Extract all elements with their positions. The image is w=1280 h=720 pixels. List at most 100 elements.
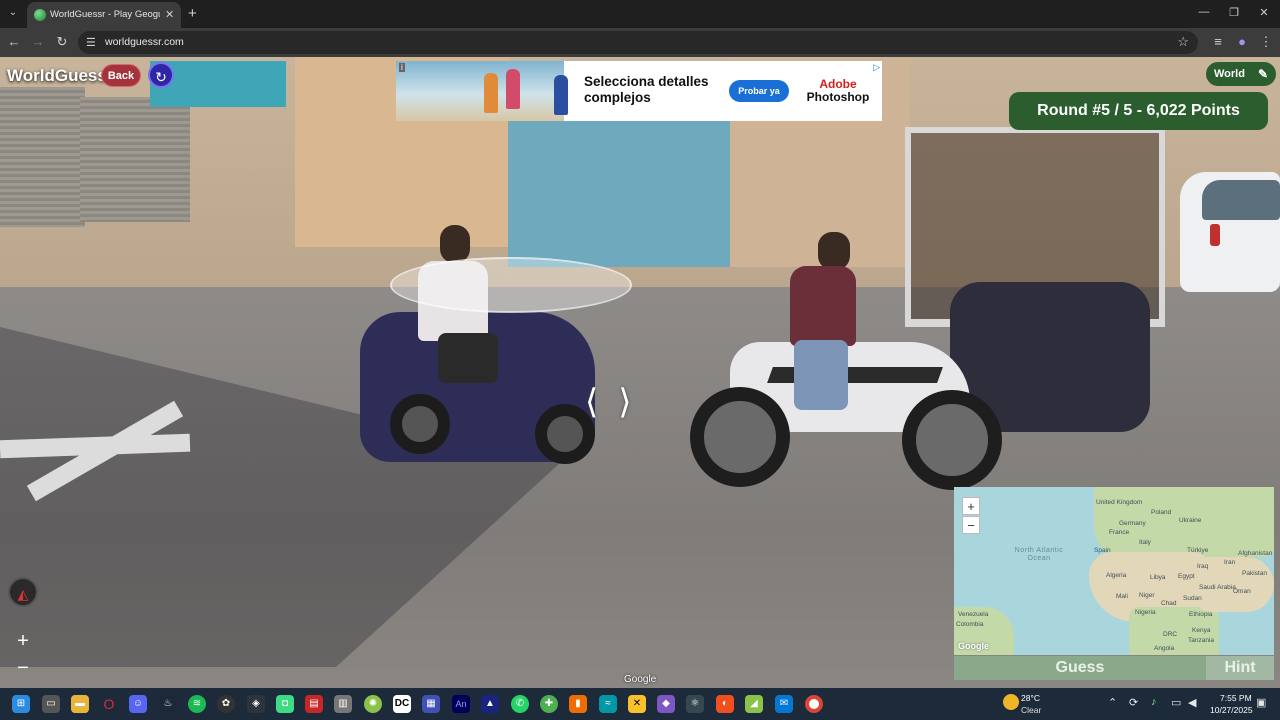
worldguessr-logo[interactable]: WorldGuessr <box>7 66 113 86</box>
ad-cta-button[interactable]: Probar ya <box>729 80 789 102</box>
rider-shirt <box>790 266 856 346</box>
tab-title: WorldGuessr - Play Geoguessr F <box>50 9 160 20</box>
davinci-icon[interactable]: ◈ <box>247 695 265 713</box>
map-zoom-out-button[interactable]: − <box>962 516 980 534</box>
windows-start-icon[interactable]: ⊞ <box>12 695 30 713</box>
map-label: DRC <box>1163 631 1178 638</box>
microphone-icon[interactable]: ♪ <box>1151 696 1157 708</box>
dc-icon[interactable]: DC <box>393 695 411 713</box>
task-view-icon[interactable]: ▭ <box>42 695 60 713</box>
app-green2-icon[interactable]: ✚ <box>540 695 558 713</box>
map-label: Sudan <box>1183 595 1202 602</box>
ad-info-icon[interactable]: ▷ <box>873 62 880 73</box>
rider-legs <box>438 333 498 383</box>
hint-button[interactable]: Hint <box>1206 656 1274 680</box>
ad-figure <box>484 73 498 113</box>
move-arrows-icon[interactable]: ⟨⟩ <box>585 382 652 422</box>
app-green-icon[interactable]: ◘ <box>276 695 294 713</box>
app-red-icon[interactable]: ▤ <box>305 695 323 713</box>
clock-time[interactable]: 7:55 PM <box>1220 693 1252 703</box>
discord-icon[interactable]: ☺ <box>129 695 147 713</box>
chrome-icon[interactable] <box>805 695 823 713</box>
figma-icon[interactable]: ◐ <box>716 695 734 713</box>
atom-icon[interactable]: ⚛ <box>686 695 704 713</box>
weather-moon-icon[interactable] <box>1003 694 1019 710</box>
map-zoom-in-button[interactable]: + <box>962 497 980 515</box>
map-selector[interactable]: World ✎ <box>1206 62 1276 86</box>
url-text[interactable]: worldguessr.com <box>105 36 184 48</box>
map-label: Angola <box>1154 645 1175 652</box>
tab-close-icon[interactable]: ✕ <box>165 8 174 21</box>
app-yellow-icon[interactable]: ✕ <box>628 695 646 713</box>
animate-icon[interactable]: An <box>452 695 470 713</box>
windows-taskbar: ⊞ ▭ ▬ O ☺ ♨ ≋ ✿ ◈ ◘ ▤ ▥ ✺ DC ▦ An ▲ ✆ ✚ … <box>0 688 1280 720</box>
refresh-icon[interactable]: ↻ <box>148 62 174 88</box>
ad-headline[interactable]: Selecciona detalles complejos <box>584 74 724 106</box>
map-label: Oman <box>1233 588 1251 595</box>
restore-button[interactable]: ❐ <box>1224 6 1244 19</box>
profile-icon[interactable]: ● <box>1234 34 1250 49</box>
weather-temperature[interactable]: 28°C <box>1021 693 1040 703</box>
map-label: Egypt <box>1178 573 1195 580</box>
weather-description[interactable]: Clear <box>1021 705 1041 715</box>
map-label: Kenya <box>1192 627 1211 634</box>
browser-tab[interactable]: WorldGuessr - Play Geoguessr F ✕ <box>27 2 181 28</box>
app-blue-icon[interactable]: ▦ <box>422 695 440 713</box>
opera-icon[interactable]: O <box>100 695 118 713</box>
volume-icon[interactable]: ◀ <box>1188 696 1196 709</box>
app-orange-icon[interactable]: ▮ <box>569 695 587 713</box>
reload-icon[interactable]: ↻ <box>54 34 70 50</box>
car-window <box>1202 180 1280 220</box>
network-icon[interactable]: ▭ <box>1171 696 1181 709</box>
compass-icon[interactable]: ◭ <box>8 577 38 607</box>
back-button[interactable]: Back <box>101 64 141 87</box>
address-bar[interactable]: ☰ worldguessr.com ☆ <box>78 31 1198 54</box>
clock-date[interactable]: 10/27/2025 <box>1210 705 1253 715</box>
map-label: Türkiye <box>1187 547 1209 554</box>
app-dark-icon[interactable]: ▲ <box>481 695 499 713</box>
map-label: Ethiopia <box>1189 611 1213 618</box>
app-gray-icon[interactable]: ▥ <box>334 695 352 713</box>
rider-head <box>440 225 470 263</box>
adchoices-icon[interactable]: i <box>399 63 405 72</box>
app-purple-icon[interactable]: ◆ <box>657 695 675 713</box>
notifications-icon[interactable]: ▣ <box>1256 696 1266 709</box>
ad-brand[interactable]: Adobe Photoshop <box>798 78 878 104</box>
close-window-button[interactable]: ✕ <box>1254 6 1274 19</box>
pencil-icon: ✎ <box>1257 67 1268 81</box>
browser-toolbar: ← → ↻ ☰ worldguessr.com ☆ ≡ ● ⋮ <box>0 28 1280 57</box>
steam-icon[interactable]: ♨ <box>159 695 177 713</box>
panorama-cursor-ring[interactable] <box>390 257 632 313</box>
tab-search-icon[interactable]: ⌄ <box>5 5 21 21</box>
new-tab-button[interactable]: + <box>188 5 197 22</box>
minimize-button[interactable]: — <box>1194 6 1214 18</box>
ad-banner[interactable]: i Selecciona detalles complejos Probar y… <box>396 61 882 121</box>
streetview-zoom-out-button[interactable]: − <box>10 655 36 681</box>
spotify-icon[interactable]: ≋ <box>188 695 206 713</box>
guess-minimap[interactable]: United Kingdom Poland Germany Ukraine Fr… <box>954 487 1274 655</box>
menu-dots-icon[interactable]: ⋮ <box>1258 34 1274 50</box>
forward-arrow-icon[interactable]: → <box>30 34 46 49</box>
whatsapp-icon[interactable]: ✆ <box>511 695 529 713</box>
chatgpt-icon[interactable]: ✿ <box>217 695 235 713</box>
guess-button[interactable]: Guess <box>954 656 1206 680</box>
file-explorer-icon[interactable]: ▬ <box>71 695 89 713</box>
map-label: Algeria <box>1106 572 1127 579</box>
motorcycle-wheel <box>902 390 1002 490</box>
dolphin-icon[interactable]: ≈ <box>599 695 617 713</box>
bookmark-star-icon[interactable]: ☆ <box>1177 34 1189 50</box>
toucan-icon[interactable]: ◢ <box>745 695 763 713</box>
ocean-label: North Atlantic Ocean <box>1014 547 1064 562</box>
outlook-icon[interactable]: ✉ <box>775 695 793 713</box>
streetview-zoom-in-button[interactable]: + <box>10 628 36 654</box>
map-label: Niger <box>1139 592 1155 599</box>
site-info-icon[interactable]: ☰ <box>86 36 96 49</box>
back-arrow-icon[interactable]: ← <box>6 34 22 49</box>
sync-icon[interactable]: ⟳ <box>1129 696 1138 709</box>
map-google-credit: Google <box>958 641 989 651</box>
media-icon[interactable]: ≡ <box>1210 34 1226 49</box>
app-lime-icon[interactable]: ✺ <box>364 695 382 713</box>
ad-image[interactable] <box>396 61 568 121</box>
map-name: World <box>1214 68 1245 80</box>
tray-overflow-icon[interactable]: ⌃ <box>1108 696 1117 709</box>
